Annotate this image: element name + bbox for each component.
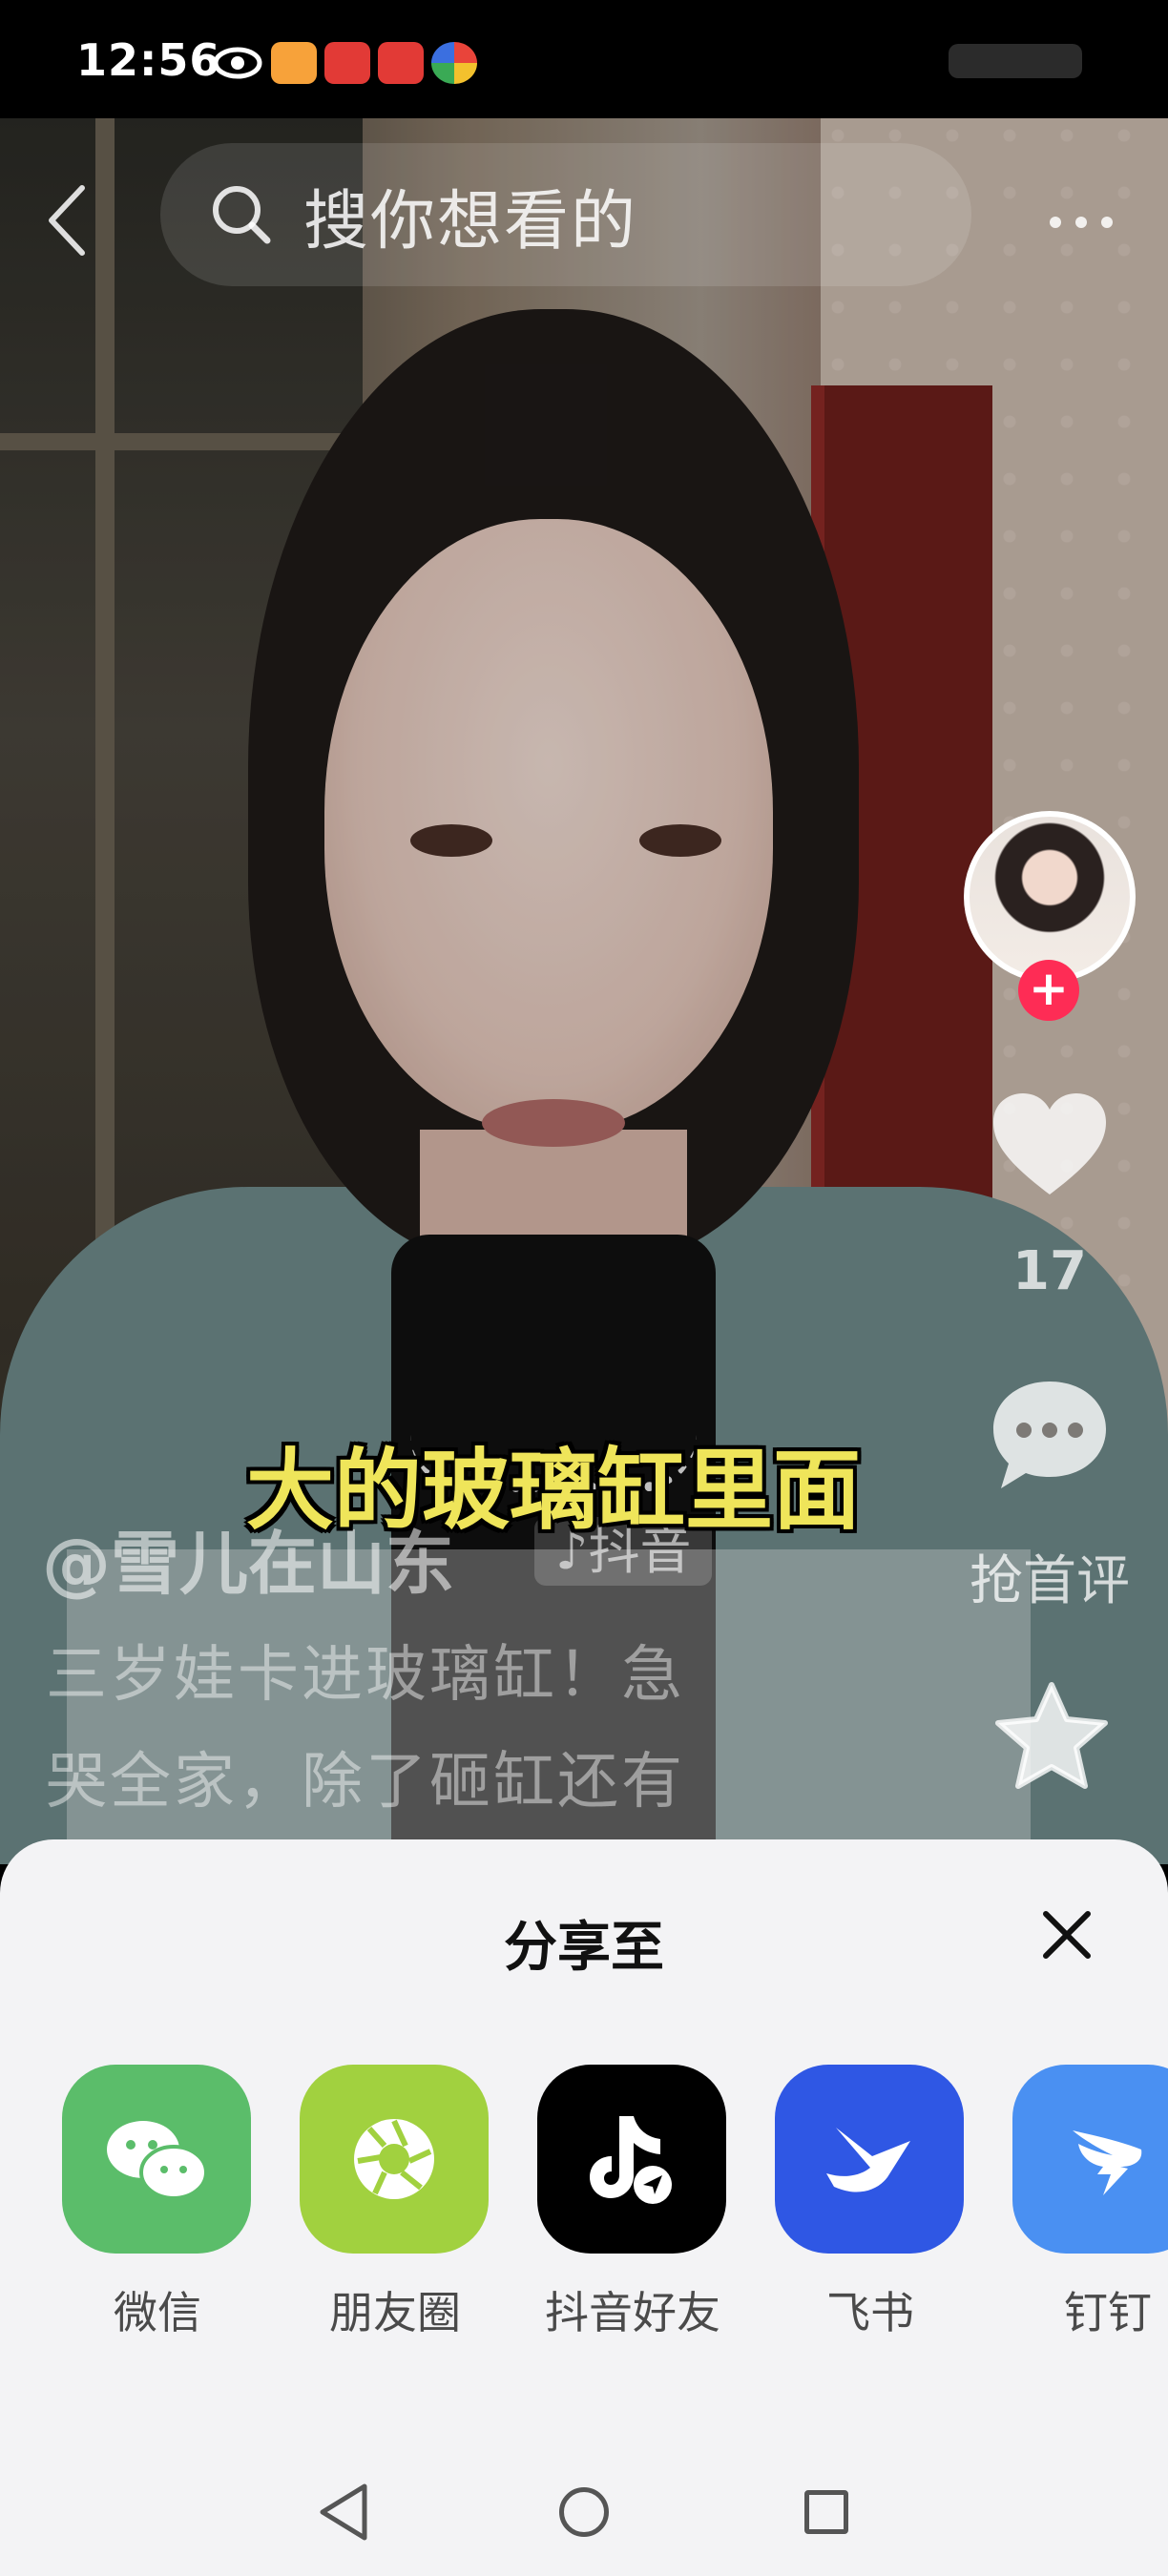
- share-label: 微信: [114, 2287, 201, 2338]
- eye-icon: [213, 47, 262, 79]
- back-button[interactable]: [38, 177, 95, 263]
- douyin-icon: [537, 2065, 726, 2254]
- heart-icon[interactable]: [988, 1088, 1112, 1202]
- share-moments-button[interactable]: 朋友圈: [300, 2065, 490, 2341]
- share-label: 抖音好友: [545, 2287, 720, 2338]
- author-avatar[interactable]: [964, 811, 1136, 983]
- like-count: 17: [1012, 1240, 1087, 1302]
- search-icon: [213, 186, 271, 244]
- wechat-icon: [62, 2065, 251, 2254]
- chevron-left-icon: [49, 185, 85, 256]
- video-description[interactable]: 三岁娃卡进玻璃缸！急 哭全家，除了砸缸还有: [46, 1622, 905, 1836]
- share-sheet: 分享至 微信 朋友圈 抖音好友 飞书 钉钉: [0, 1839, 1168, 2576]
- more-options-button[interactable]: [1048, 191, 1115, 239]
- battery-icon: [949, 44, 1082, 78]
- moments-icon: [300, 2065, 489, 2254]
- app-notification-icon: [431, 42, 477, 84]
- status-bar: 12:56: [0, 0, 1168, 118]
- share-label: 飞书: [826, 2287, 914, 2338]
- search-placeholder: 搜你想看的: [303, 183, 638, 260]
- nav-recents-button[interactable]: [804, 2490, 848, 2534]
- share-wechat-button[interactable]: 微信: [62, 2065, 253, 2341]
- comment-label: 抢首评: [970, 1550, 1130, 1612]
- description-line: 哭全家，除了砸缸还有: [46, 1747, 685, 1818]
- status-time: 12:56: [76, 34, 221, 86]
- video-caption: 大的玻璃缸里面: [245, 1440, 861, 1542]
- app-notification-icon: [271, 42, 317, 84]
- dingtalk-icon: [1012, 2065, 1168, 2254]
- more-icon: [1050, 217, 1113, 228]
- red-packet-icon: [378, 42, 424, 84]
- star-icon[interactable]: [992, 1679, 1111, 1794]
- share-label: 朋友圈: [329, 2287, 461, 2338]
- close-icon[interactable]: [1031, 1899, 1103, 1971]
- nav-home-button[interactable]: [559, 2487, 609, 2537]
- share-dingtalk-button[interactable]: 钉钉: [1012, 2065, 1168, 2341]
- share-feishu-button[interactable]: 飞书: [775, 2065, 966, 2341]
- share-label: 钉钉: [1064, 2287, 1152, 2338]
- follow-button[interactable]: +: [1018, 960, 1079, 1021]
- search-input[interactable]: 搜你想看的: [160, 143, 971, 286]
- comment-icon[interactable]: [988, 1376, 1112, 1495]
- feishu-icon: [775, 2065, 964, 2254]
- nav-back-button[interactable]: [315, 2481, 372, 2544]
- red-packet-icon: [324, 42, 370, 84]
- share-sheet-title: 分享至: [504, 1917, 664, 1979]
- share-douyin-friends-button[interactable]: 抖音好友: [537, 2065, 728, 2341]
- description-line: 三岁娃卡进玻璃缸！急: [46, 1640, 685, 1711]
